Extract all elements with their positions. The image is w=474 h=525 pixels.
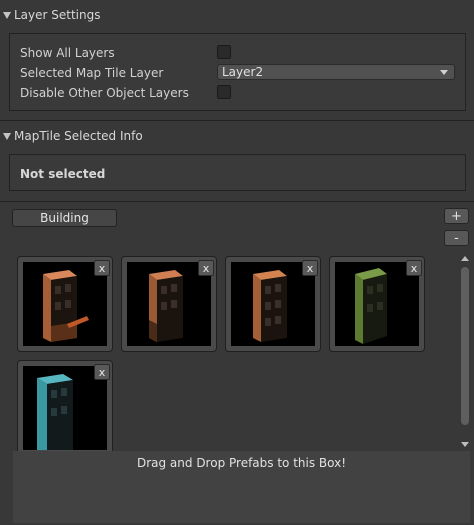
remove-button[interactable]: - bbox=[444, 230, 469, 246]
prefab-tile[interactable]: x bbox=[17, 256, 113, 352]
disable-other-object-layers-row: Disable Other Object Layers bbox=[20, 83, 189, 103]
show-all-layers-row: Show All Layers bbox=[20, 43, 115, 63]
prefab-tile[interactable]: x bbox=[225, 256, 321, 352]
divider bbox=[0, 120, 474, 121]
show-all-layers-checkbox[interactable] bbox=[217, 45, 231, 59]
remove-prefab-button[interactable]: x bbox=[94, 260, 110, 276]
drop-hint-text: Drag and Drop Prefabs to this Box! bbox=[136, 456, 347, 470]
selected-map-tile-layer-row: Selected Map Tile Layer bbox=[20, 63, 163, 83]
selected-map-tile-layer-label: Selected Map Tile Layer bbox=[20, 66, 164, 80]
category-building-button[interactable]: Building bbox=[12, 209, 117, 227]
show-all-layers-label: Show All Layers bbox=[20, 46, 115, 60]
drop-zone[interactable]: Drag and Drop Prefabs to this Box! bbox=[13, 451, 470, 475]
vertical-scrollbar[interactable] bbox=[459, 252, 471, 451]
minus-icon: - bbox=[454, 230, 459, 246]
dropdown-value: Layer2 bbox=[222, 65, 264, 79]
chevron-down-icon bbox=[440, 70, 448, 75]
prefab-grid[interactable]: x x x x x bbox=[13, 252, 455, 451]
layer-settings-title: Layer Settings bbox=[14, 8, 101, 22]
selection-status: Not selected bbox=[20, 167, 106, 181]
plus-icon: + bbox=[451, 208, 462, 224]
prefab-tile[interactable]: x bbox=[17, 360, 113, 451]
selected-map-tile-layer-dropdown[interactable]: Layer2 bbox=[217, 64, 455, 80]
scrollbar-thumb[interactable] bbox=[461, 267, 469, 425]
remove-prefab-button[interactable]: x bbox=[198, 260, 214, 276]
category-label: Building bbox=[40, 211, 89, 225]
divider bbox=[0, 201, 474, 202]
remove-prefab-button[interactable]: x bbox=[406, 260, 422, 276]
prefab-tile[interactable]: x bbox=[329, 256, 425, 352]
layer-settings-foldout[interactable]: Layer Settings bbox=[0, 4, 474, 26]
maptile-info-title: MapTile Selected Info bbox=[14, 129, 143, 143]
scroll-up-icon[interactable] bbox=[461, 256, 469, 261]
scroll-down-icon[interactable] bbox=[461, 442, 469, 447]
disable-other-object-layers-checkbox[interactable] bbox=[217, 85, 231, 99]
disable-other-object-layers-label: Disable Other Object Layers bbox=[20, 86, 189, 100]
foldout-expanded-icon bbox=[3, 11, 11, 19]
drop-zone-area[interactable] bbox=[13, 475, 470, 523]
prefab-tile[interactable]: x bbox=[121, 256, 217, 352]
remove-prefab-button[interactable]: x bbox=[302, 260, 318, 276]
maptile-info-foldout[interactable]: MapTile Selected Info bbox=[0, 125, 474, 147]
add-button[interactable]: + bbox=[444, 208, 469, 224]
foldout-expanded-icon bbox=[3, 132, 11, 140]
remove-prefab-button[interactable]: x bbox=[94, 364, 110, 380]
